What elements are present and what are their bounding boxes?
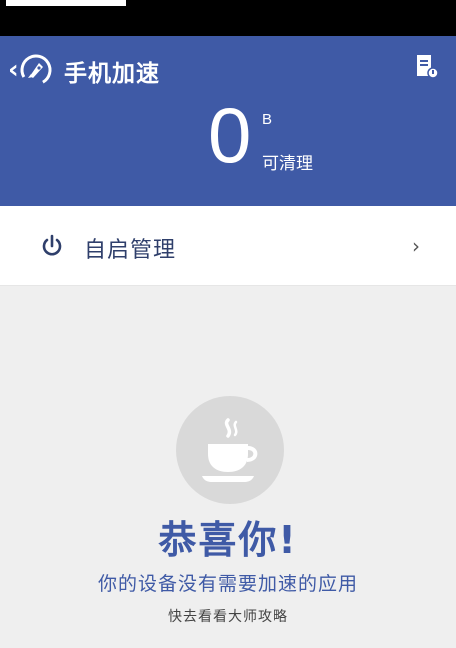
cleanable-caption: 可清理 bbox=[262, 154, 313, 174]
back-button[interactable]: ‹ bbox=[8, 52, 62, 88]
cleanable-size-value: 0 bbox=[208, 91, 252, 179]
back-chevron-icon: ‹ bbox=[8, 55, 19, 85]
cleanable-size-unit: B bbox=[262, 111, 273, 128]
power-icon bbox=[42, 234, 62, 256]
status-bar bbox=[0, 0, 456, 36]
page-title: 手机加速 bbox=[64, 61, 160, 87]
header: ‹ 手机加速 0 B 可清理 bbox=[0, 36, 456, 206]
status-bar-strip bbox=[6, 0, 126, 6]
autostart-management-row[interactable]: 自启管理 › bbox=[0, 206, 456, 286]
rocket-speed-icon bbox=[20, 54, 52, 86]
coffee-cup-icon bbox=[176, 396, 284, 504]
chevron-right-icon: › bbox=[412, 234, 420, 258]
no-apps-message: 你的设备没有需要加速的应用 bbox=[97, 573, 358, 595]
autostart-label: 自启管理 bbox=[84, 238, 177, 263]
congrats-headline: 恭喜你! bbox=[158, 518, 298, 562]
guide-link[interactable]: 快去看看大师攻略 bbox=[0, 606, 456, 626]
document-icon[interactable] bbox=[412, 52, 440, 80]
empty-state: 恭喜你! 你的设备没有需要加速的应用 快去看看大师攻略 bbox=[0, 287, 456, 648]
